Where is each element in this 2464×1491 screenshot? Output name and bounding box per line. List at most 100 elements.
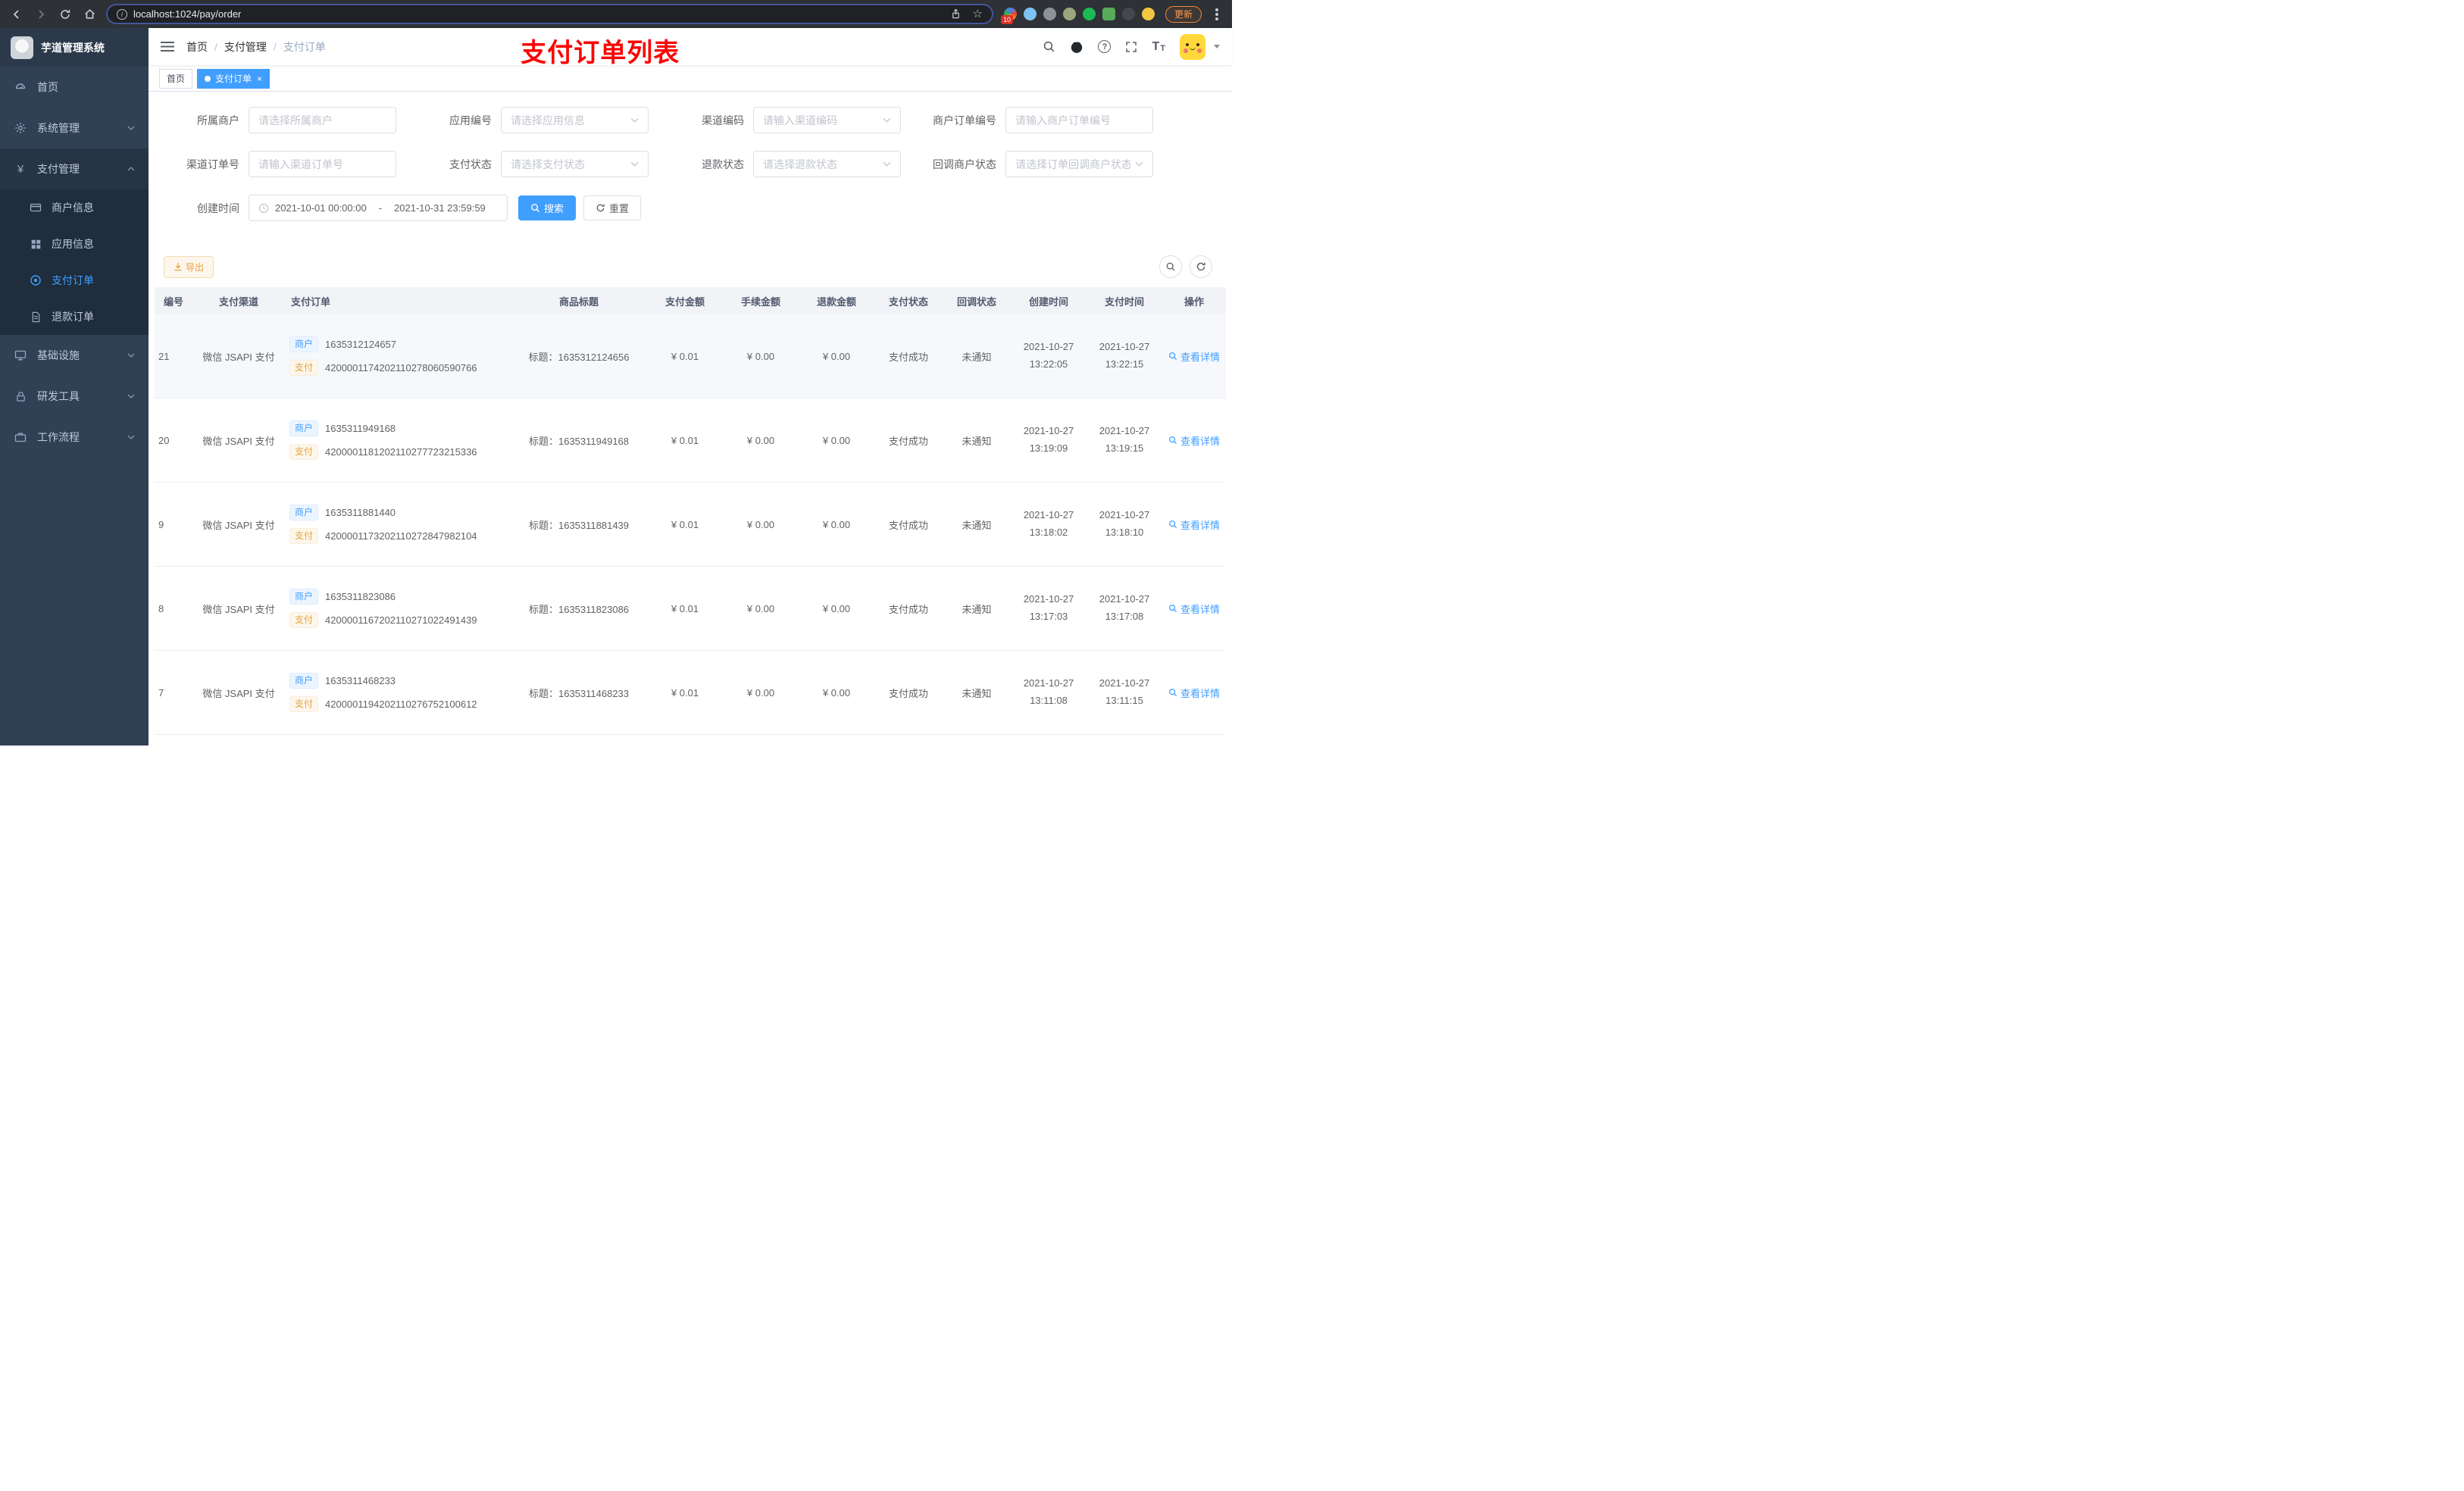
merchant-order-no-input[interactable]: 请输入商户订单编号	[1005, 107, 1153, 133]
cell-notify: 未通知	[962, 519, 992, 531]
sidebar: 芋道管理系统 首页 系统管理 ¥ 支付管理 商户信息 应用信息 支付订单 退款订…	[0, 28, 149, 746]
tab-pay-order[interactable]: 支付订单 ×	[197, 68, 270, 89]
site-info-icon[interactable]: i	[117, 8, 127, 20]
cell-fee: ¥ 0.00	[746, 602, 775, 614]
cell-amount: ¥ 0.01	[671, 518, 699, 530]
search-button[interactable]: 搜索	[518, 195, 577, 220]
extensions-area: 10	[1000, 8, 1156, 24]
col-action: 操作	[1184, 295, 1204, 308]
top-navbar: 首页 / 支付管理 / 支付订单 支付订单列表 ? TT	[149, 28, 1232, 67]
bookmark-star-icon[interactable]: ☆	[973, 8, 983, 20]
cell-action: 查看详情	[1162, 349, 1226, 364]
gear-icon	[14, 122, 27, 134]
view-detail-link[interactable]: 查看详情	[1168, 517, 1220, 532]
toggle-search-button[interactable]	[1159, 255, 1182, 278]
briefcase-icon	[14, 431, 27, 443]
target-icon	[29, 274, 42, 286]
breadcrumb-pay-manage[interactable]: 支付管理	[224, 39, 267, 55]
extension-icon[interactable]	[1023, 8, 1037, 20]
refresh-button[interactable]	[1190, 255, 1212, 278]
url-bar[interactable]: i localhost:1024/pay/order ☆	[106, 4, 993, 24]
extension-icon[interactable]: 10	[1000, 8, 1017, 24]
extension-icon[interactable]	[1082, 8, 1096, 20]
field-label: 应用编号	[449, 114, 492, 127]
cell-action: 查看详情	[1162, 686, 1226, 700]
sidebar-item-system[interactable]: 系统管理	[0, 108, 149, 148]
chevron-down-icon	[127, 435, 135, 439]
extension-icon[interactable]	[1043, 8, 1056, 20]
close-icon[interactable]: ×	[257, 74, 262, 83]
sidebar-item-app-info[interactable]: 应用信息	[0, 226, 149, 262]
browser-menu-icon[interactable]	[1215, 12, 1218, 16]
export-button[interactable]: 导出	[164, 255, 214, 278]
avatar[interactable]	[1180, 33, 1205, 60]
notify-status-select[interactable]: 请选择订单回调商户状态	[1005, 151, 1153, 177]
sidebar-item-workflow[interactable]: 工作流程	[0, 417, 149, 458]
active-tab-dot	[205, 75, 211, 82]
sidebar-item-pay-order[interactable]: 支付订单	[0, 262, 149, 299]
pay-status-select[interactable]: 请选择支付状态	[501, 151, 649, 177]
view-detail-link[interactable]: 查看详情	[1168, 686, 1220, 700]
menu-fold-icon[interactable]	[161, 41, 174, 52]
extension-icon[interactable]	[1141, 8, 1155, 20]
font-size-icon[interactable]: TT	[1152, 40, 1165, 53]
fullscreen-icon[interactable]	[1125, 41, 1137, 53]
forward-icon[interactable]	[33, 7, 48, 22]
extension-icon[interactable]	[1062, 8, 1076, 20]
tab-home[interactable]: 首页	[159, 68, 193, 89]
merchant-order-no: 1635311949168	[325, 423, 396, 434]
share-icon[interactable]	[949, 7, 964, 22]
cell-pay-time: 2021-10-27 13:17:08	[1099, 593, 1150, 622]
cell-channel: 微信 JSAPI 支付	[202, 435, 275, 447]
page-title-annotation: 支付订单列表	[521, 39, 680, 67]
extension-icon[interactable]	[1102, 8, 1115, 20]
github-icon[interactable]	[1070, 40, 1083, 54]
table-row: 9 微信 JSAPI 支付 商户 1635311881440 支付 420000…	[155, 483, 1226, 567]
sidebar-item-label: 支付订单	[52, 274, 94, 286]
cell-status: 支付成功	[888, 435, 928, 447]
merchant-input[interactable]: 请选择所属商户	[249, 107, 396, 133]
cell-title: 标题：1635311468233	[528, 687, 630, 699]
view-detail-link[interactable]: 查看详情	[1168, 349, 1220, 364]
reload-icon[interactable]	[58, 7, 73, 22]
refund-status-select[interactable]: 请选择退款状态	[753, 151, 901, 177]
channel-code-select[interactable]: 请输入渠道编码	[753, 107, 901, 133]
table-row: 7 微信 JSAPI 支付 商户 1635311468233 支付 420000…	[155, 651, 1226, 735]
chevron-down-icon	[883, 161, 891, 167]
view-detail-link[interactable]: 查看详情	[1168, 433, 1220, 448]
table-header: 编号 支付渠道 支付订单 商品标题 支付金额 手续金额 退款金额 支付状态 回调…	[155, 287, 1226, 314]
sidebar-item-merchant-info[interactable]: 商户信息	[0, 189, 149, 226]
app-id-select[interactable]: 请选择应用信息	[501, 107, 649, 133]
channel-order-no-input[interactable]: 请输入渠道订单号	[249, 151, 396, 177]
home-icon[interactable]	[82, 7, 97, 22]
sidebar-item-payment[interactable]: ¥ 支付管理	[0, 148, 149, 189]
reset-button[interactable]: 重置	[583, 195, 642, 220]
back-icon[interactable]	[9, 7, 24, 22]
field-label: 回调商户状态	[933, 158, 996, 170]
sidebar-item-refund-order[interactable]: 退款订单	[0, 299, 149, 335]
sidebar-item-home[interactable]: 首页	[0, 67, 149, 108]
sidebar-menu: 首页 系统管理 ¥ 支付管理 商户信息 应用信息 支付订单 退款订单 基础设施 …	[0, 67, 149, 458]
cell-notify: 未通知	[962, 603, 992, 615]
chevron-down-icon	[630, 161, 639, 167]
help-icon[interactable]: ?	[1098, 40, 1112, 53]
sidebar-item-dev-tools[interactable]: 研发工具	[0, 376, 149, 417]
sidebar-item-infrastructure[interactable]: 基础设施	[0, 335, 149, 376]
tags-view-bar: 首页 支付订单 ×	[149, 66, 1232, 92]
view-detail-link[interactable]: 查看详情	[1168, 602, 1220, 616]
table-row-partial: 商户 1635311157306	[155, 735, 1226, 746]
breadcrumb-home[interactable]: 首页	[186, 39, 208, 55]
table-body: 21 微信 JSAPI 支付 商户 1635312124657 支付 42000…	[155, 314, 1226, 735]
browser-update-button[interactable]: 更新	[1165, 5, 1202, 23]
pay-tag: 支付	[289, 696, 319, 712]
col-id: 编号	[163, 295, 183, 308]
clock-icon	[258, 203, 269, 214]
avatar-caret-icon[interactable]	[1214, 45, 1220, 48]
col-status: 支付状态	[888, 295, 928, 308]
app-logo-row[interactable]: 芋道管理系统	[0, 28, 149, 67]
search-icon[interactable]	[1043, 40, 1055, 53]
create-time-range-picker[interactable]: 2021-10-01 00:00:00 - 2021-10-31 23:59:5…	[249, 195, 508, 221]
extension-icon[interactable]	[1121, 8, 1135, 20]
cell-status: 支付成功	[888, 351, 928, 363]
lock-icon	[14, 391, 27, 402]
